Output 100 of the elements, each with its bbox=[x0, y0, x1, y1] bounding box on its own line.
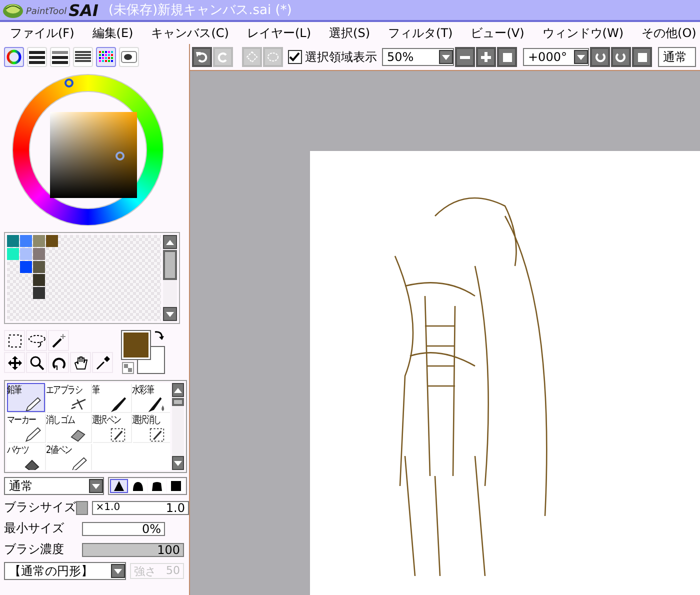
color-swatch[interactable] bbox=[7, 235, 19, 247]
color-swatch[interactable] bbox=[33, 261, 45, 273]
eyedropper-tool[interactable] bbox=[92, 352, 113, 373]
brush-tool[interactable]: 水彩筆 bbox=[132, 383, 170, 412]
color-swatch[interactable] bbox=[33, 248, 45, 260]
plus-icon bbox=[481, 52, 491, 62]
color-swatch[interactable] bbox=[46, 235, 58, 247]
rotation-reset-button[interactable] bbox=[632, 47, 652, 67]
menu-item[interactable]: ビュー(V) bbox=[470, 24, 524, 42]
brush-tool[interactable]: 消しゴム bbox=[46, 413, 92, 442]
menu-item[interactable]: ファイル(F) bbox=[10, 24, 74, 42]
panel-tab[interactable] bbox=[4, 47, 24, 67]
tip-shape-icon bbox=[150, 479, 164, 493]
sliders-icon bbox=[52, 50, 68, 64]
scrollbar[interactable] bbox=[163, 235, 177, 321]
color-swatch[interactable] bbox=[20, 248, 32, 260]
menu-item[interactable]: 選択(S) bbox=[329, 24, 370, 42]
size-menu-button[interactable] bbox=[76, 500, 88, 514]
undo-icon bbox=[196, 51, 208, 63]
transparent-color-icon[interactable] bbox=[122, 362, 134, 374]
menu-item[interactable]: フィルタ(T) bbox=[388, 24, 453, 42]
tip-shape-icon bbox=[169, 479, 183, 493]
layer-blend-dropdown[interactable]: 通常 bbox=[658, 47, 696, 67]
swatch-grid-icon bbox=[98, 50, 114, 64]
color-swatch[interactable] bbox=[33, 274, 45, 286]
brush-shape-button[interactable] bbox=[110, 479, 128, 493]
sliders-icon bbox=[29, 50, 45, 64]
rotate-ccw-icon bbox=[594, 51, 606, 63]
color-swatch[interactable] bbox=[33, 287, 45, 299]
color-selector[interactable] bbox=[121, 330, 165, 374]
min-size-label: 最小サイズ bbox=[4, 520, 65, 537]
zoom-dropdown[interactable]: 50% bbox=[382, 48, 454, 66]
min-size-slider[interactable]: 0% bbox=[82, 522, 165, 536]
magic-wand-icon bbox=[52, 334, 66, 348]
scrollbar-thumb[interactable] bbox=[163, 250, 177, 280]
melon-logo-icon bbox=[2, 1, 24, 19]
redo-icon bbox=[217, 51, 229, 63]
brush-shape-button[interactable] bbox=[167, 479, 185, 493]
square-icon bbox=[638, 52, 646, 62]
rotate-right-button[interactable] bbox=[611, 47, 631, 67]
lasso-icon bbox=[28, 334, 46, 348]
dropdown-arrow-icon bbox=[114, 568, 122, 574]
zoom-reset-button[interactable] bbox=[497, 47, 517, 67]
down-arrow-icon bbox=[166, 312, 174, 316]
menu-item[interactable]: キャンバス(C) bbox=[151, 24, 229, 42]
square-icon bbox=[502, 52, 512, 62]
hue-marker[interactable] bbox=[64, 78, 74, 88]
tip-shape-icon bbox=[131, 479, 145, 493]
menu-item[interactable]: レイヤー(L) bbox=[246, 24, 312, 42]
zoom-out-button[interactable] bbox=[455, 47, 475, 67]
scrollbar[interactable] bbox=[172, 383, 184, 470]
brush-shape-button[interactable] bbox=[148, 479, 166, 493]
lasso-tool[interactable] bbox=[26, 330, 47, 351]
brush-tool[interactable]: 筆 bbox=[92, 383, 131, 412]
rotation-dropdown[interactable]: +000° bbox=[523, 48, 589, 66]
color-swatch[interactable] bbox=[7, 248, 19, 260]
up-arrow-icon bbox=[166, 240, 174, 244]
color-marker[interactable] bbox=[115, 151, 125, 161]
hand-tool[interactable] bbox=[70, 352, 91, 373]
undo-button[interactable] bbox=[192, 47, 212, 67]
color-swatch[interactable] bbox=[20, 235, 32, 247]
wand-tool[interactable] bbox=[48, 330, 69, 351]
color-swatch[interactable] bbox=[20, 261, 32, 273]
rotate-icon bbox=[52, 356, 66, 370]
zoom-icon bbox=[30, 356, 44, 370]
brush-tool[interactable]: エアブラシ bbox=[46, 383, 92, 412]
zoom-in-button[interactable] bbox=[476, 47, 496, 67]
brush-tool[interactable]: 2値ペン bbox=[46, 443, 92, 470]
dropdown-arrow-icon bbox=[92, 484, 100, 488]
checkmark-icon bbox=[289, 51, 300, 62]
color-swatch[interactable] bbox=[33, 235, 45, 247]
move-tool[interactable] bbox=[4, 352, 25, 373]
rotate-tool[interactable] bbox=[48, 352, 69, 373]
down-arrow-icon bbox=[174, 460, 182, 466]
window-title: (未保存)新規キャンバス.sai (*) bbox=[108, 2, 292, 19]
diamond-icon bbox=[246, 51, 258, 63]
move-arrows-icon bbox=[8, 356, 22, 370]
app-logo-subtitle: PaintTool bbox=[26, 7, 67, 17]
saturation-value-square[interactable] bbox=[50, 112, 137, 198]
list-icon bbox=[75, 50, 91, 64]
brush-tool[interactable]: 選択ペン bbox=[92, 413, 131, 442]
dropdown-arrow-icon bbox=[577, 54, 585, 60]
show-selection-checkbox[interactable]: 選択領域表示 bbox=[288, 48, 377, 66]
brush-shape-button[interactable] bbox=[129, 479, 147, 493]
menu-item[interactable]: その他(O) bbox=[642, 24, 696, 42]
density-label: ブラシ濃度 bbox=[4, 541, 65, 558]
rotate-left-button[interactable] bbox=[590, 47, 610, 67]
scrollbar-thumb[interactable] bbox=[172, 398, 184, 406]
selection-icon bbox=[267, 51, 279, 63]
zoom-tool[interactable] bbox=[26, 352, 47, 373]
menu-item[interactable]: 編集(E) bbox=[92, 24, 134, 42]
brush-tool[interactable]: 選択消し bbox=[132, 413, 170, 442]
brush-size-field[interactable]: ×1.0 1.0 bbox=[92, 500, 189, 514]
blend-mode-dropdown[interactable]: 通常 bbox=[4, 477, 104, 495]
rect-select-tool[interactable] bbox=[4, 330, 25, 351]
swap-arrow-icon[interactable] bbox=[154, 330, 164, 340]
panel-tab[interactable] bbox=[96, 47, 116, 67]
menu-item[interactable]: ウィンドウ(W) bbox=[542, 24, 624, 42]
density-slider[interactable]: 100 bbox=[82, 542, 184, 556]
tip-shape-icon bbox=[112, 479, 126, 493]
